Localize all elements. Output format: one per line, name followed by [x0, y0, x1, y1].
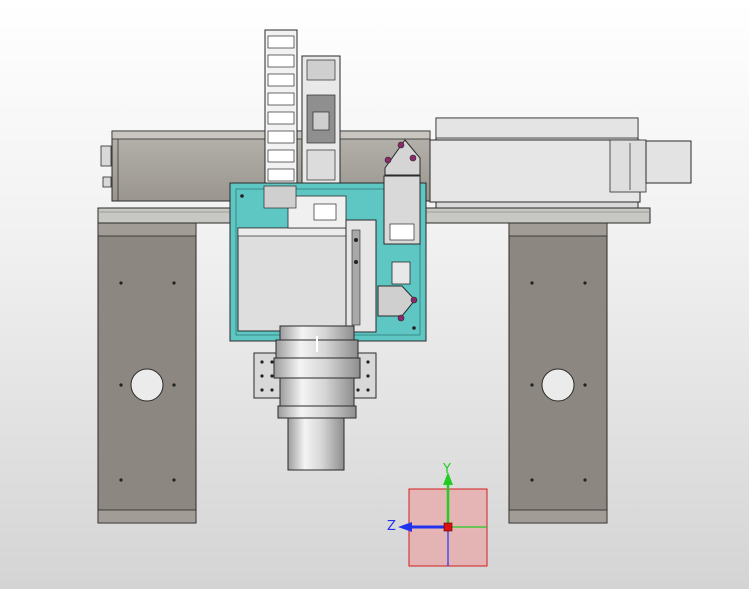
right-leg[interactable] [508, 221, 608, 524]
y-axis-label: Y [443, 462, 451, 477]
assembly-model[interactable] [0, 0, 749, 589]
view-triad [398, 472, 488, 567]
cad-viewport[interactable]: Y Z [0, 0, 749, 589]
z-axis-arrowhead [398, 522, 412, 532]
spindle-tool[interactable] [273, 325, 361, 471]
gantry-motor-housing[interactable] [429, 117, 692, 209]
linear-guide-right[interactable] [345, 219, 377, 333]
left-leg[interactable] [97, 221, 197, 524]
z-axis-label: Z [387, 519, 396, 534]
origin-marker [443, 522, 453, 532]
